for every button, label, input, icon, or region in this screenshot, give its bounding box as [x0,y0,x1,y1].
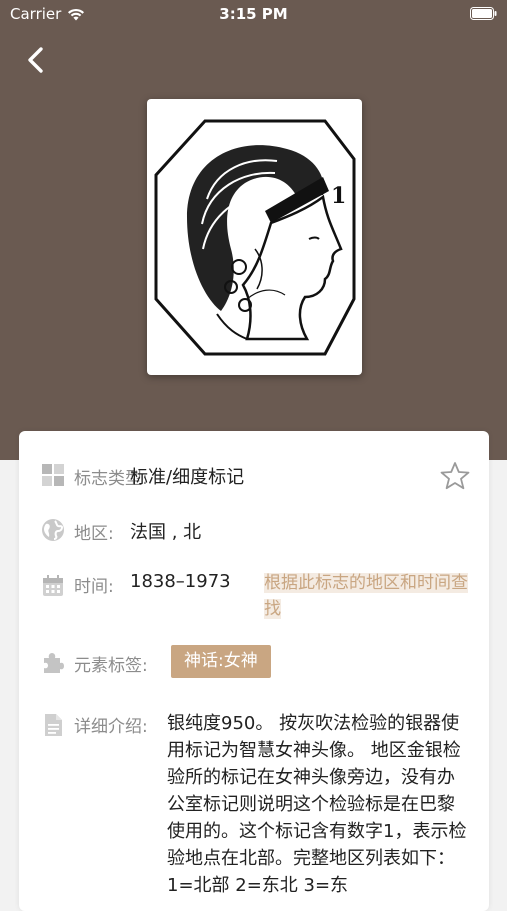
favorite-star-icon[interactable] [439,460,471,492]
time-value: 1838–1973 [130,571,231,592]
tags-label: 元素标签: [74,656,148,676]
element-tag[interactable]: 神话:女神 [171,645,271,678]
detail-card: 标志类型: 标准/细度标记 地区: 法国 , 北 时间: 1838–1973 根… [19,431,489,911]
region-label: 地区: [74,524,114,544]
type-value: 标准/细度标记 [130,467,245,488]
athena-head-drawing: 1 [154,119,356,356]
time-label: 时间: [74,577,114,597]
battery-icon [470,7,497,20]
region-value: 法国 , 北 [130,522,202,543]
svg-text:1: 1 [331,183,346,209]
search-link-text[interactable]: 根据此标志的地区和时间查找 [264,573,468,619]
document-icon [45,714,62,736]
puzzle-icon [44,653,64,673]
back-chevron-icon[interactable] [22,44,52,76]
globe-icon [42,519,64,541]
grid-icon [42,464,64,486]
status-time: 3:15 PM [219,5,288,23]
calendar-icon [43,575,63,596]
status-bar: Carrier 3:15 PM [0,0,507,28]
search-by-region-time-link[interactable]: 根据此标志的地区和时间查找 [264,570,474,622]
hallmark-image[interactable]: 1 [147,99,362,375]
description-label: 详细介绍: [74,717,148,737]
description-text: 银纯度950。 按灰吹法检验的银器使用标记为智慧女神头像。 地区金银检验所的标记… [167,713,467,896]
